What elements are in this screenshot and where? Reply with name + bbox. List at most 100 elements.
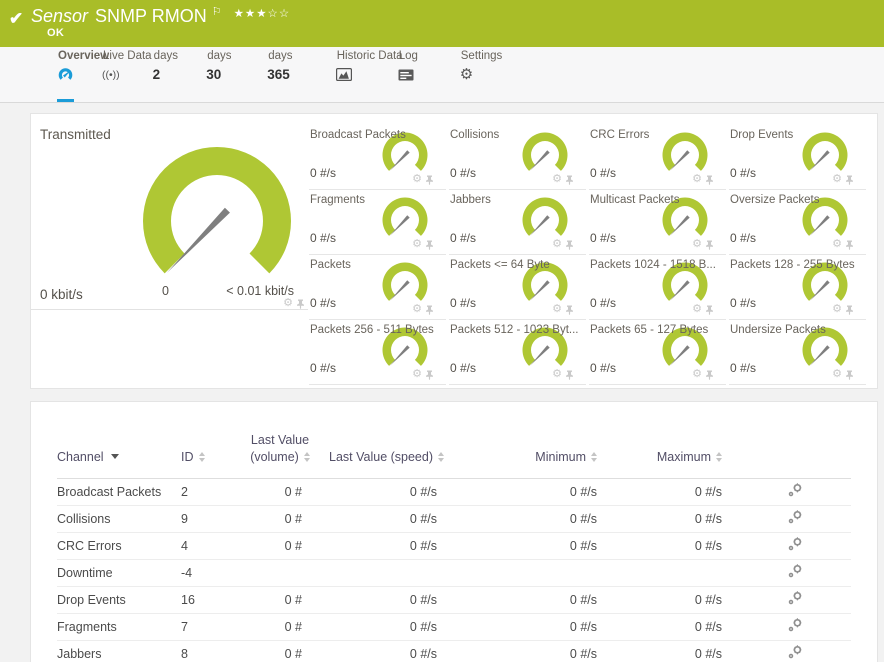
gauge-tile-drop-events: Drop Events 0 #/s ⚙ — [729, 126, 866, 190]
channel-settings-icon[interactable] — [788, 591, 803, 605]
gauge-tile-label: Packets 65 - 127 Bytes — [590, 324, 709, 336]
log-icon — [398, 69, 414, 81]
pin-icon[interactable] — [845, 305, 854, 315]
gauge-tile-label: Packets <= 64 Byte — [450, 259, 550, 271]
cell-minimum — [454, 559, 614, 587]
cell-actions — [739, 640, 851, 662]
table-row-fragments: Fragments 7 0 #0 #/s 0 #/s 0 #/s — [57, 613, 851, 641]
tab-2-days[interactable]: 2 days — [153, 47, 178, 102]
tab-overview[interactable]: Overview — [57, 47, 109, 102]
cell-actions — [739, 505, 851, 533]
channel-settings-icon[interactable] — [788, 564, 803, 578]
channel-table: Channel ID Last Value (volume) Last Value (s… — [57, 402, 851, 662]
table-row-broadcast-packets: Broadcast Packets 2 0 #0 #/s 0 #/s 0 #/s — [57, 478, 851, 506]
gauge-tile-grid: Broadcast Packets 0 #/s ⚙ Collisions 0 #/s ⚙ C… — [309, 126, 871, 386]
cell-minimum: 0 #/s — [454, 478, 614, 506]
pin-icon[interactable] — [425, 305, 434, 315]
cell-id: 16 — [181, 586, 241, 614]
sort-desc-icon — [110, 453, 119, 459]
column-label: ID — [181, 449, 194, 464]
cell-minimum: 0 #/s — [454, 640, 614, 662]
channel-settings-icon[interactable] — [788, 618, 803, 632]
tab-live-data[interactable]: ((•)) Live Data — [102, 47, 152, 102]
priority-stars[interactable]: ★★★☆☆ — [234, 8, 291, 20]
channel-settings-icon[interactable] — [788, 645, 803, 659]
table-row-jabbers: Jabbers 8 0 #0 #/s 0 #/s 0 #/s — [57, 640, 851, 662]
tab-label: days — [153, 50, 178, 62]
column-header-maximum[interactable]: Maximum — [614, 402, 739, 479]
cell-channel: Fragments — [57, 613, 181, 641]
gear-icon[interactable]: ⚙ — [283, 298, 293, 309]
column-header-last_value_speed[interactable]: Last Value (speed) — [319, 402, 454, 479]
gauge-tile-collisions: Collisions 0 #/s ⚙ — [449, 126, 586, 190]
tab-label: Overview — [58, 50, 110, 62]
star-filled-icon[interactable]: ★ — [245, 8, 256, 20]
cell-channel: Collisions — [57, 505, 181, 533]
gauge-tile-value: 0 #/s — [730, 166, 757, 180]
pin-icon[interactable] — [425, 370, 434, 380]
cell-id: 4 — [181, 532, 241, 560]
pin-icon[interactable] — [565, 305, 574, 315]
star-empty-icon[interactable]: ☆ — [279, 8, 290, 20]
tab-30-days[interactable]: 30 days — [206, 47, 231, 102]
channel-settings-icon[interactable] — [788, 510, 803, 524]
star-filled-icon[interactable]: ★ — [234, 8, 245, 20]
channel-settings-icon[interactable] — [788, 537, 803, 551]
pin-icon[interactable] — [565, 240, 574, 250]
cell-channel: Jabbers — [57, 640, 181, 662]
column-header-id[interactable]: ID — [181, 402, 241, 479]
gauge-tile-label: Multicast Packets — [590, 194, 680, 206]
gauge-tile-packets-65-127-bytes: Packets 65 - 127 Bytes 0 #/s ⚙ — [589, 321, 726, 385]
gauge-tile-value: 0 #/s — [310, 296, 337, 310]
pin-icon[interactable] — [845, 370, 854, 380]
star-empty-icon[interactable]: ☆ — [268, 8, 279, 20]
column-label: Minimum — [535, 449, 586, 464]
cell-last_value_volume: 0 # — [241, 532, 319, 560]
column-label: Last Value (speed) — [329, 449, 433, 464]
cell-actions — [739, 613, 851, 641]
gauge-tile-value: 0 #/s — [590, 296, 617, 310]
pin-icon[interactable] — [845, 175, 854, 185]
channel-table-card: Channel ID Last Value (volume) Last Value (s… — [30, 401, 878, 662]
pin-icon[interactable] — [705, 175, 714, 185]
gauge-tile-value: 0 #/s — [730, 361, 757, 375]
column-label: Last Value — [250, 433, 310, 447]
pin-icon[interactable] — [565, 370, 574, 380]
pin-icon[interactable] — [705, 305, 714, 315]
gauge-tile-value: 0 #/s — [730, 231, 757, 245]
pin-icon[interactable] — [705, 370, 714, 380]
cell-last_value_volume: 0 # — [241, 640, 319, 662]
tab-settings[interactable]: ⚙ Settings — [460, 47, 503, 102]
gauge-tile-label: Packets — [310, 259, 351, 271]
channel-settings-icon[interactable] — [788, 483, 803, 497]
gauge-tile-packets-64-byte: Packets <= 64 Byte 0 #/s ⚙ — [449, 256, 586, 320]
pin-icon[interactable] — [425, 175, 434, 185]
flag-icon[interactable]: ⚐ — [212, 6, 222, 18]
column-header-last_value_volume[interactable]: Last Value (volume) — [241, 402, 319, 479]
cell-maximum: 0 #/s — [614, 532, 739, 560]
pin-icon[interactable] — [425, 240, 434, 250]
channel-gauge — [519, 197, 571, 241]
tab-historic-data[interactable]: Historic Data — [335, 47, 403, 102]
column-header-minimum[interactable]: Minimum — [454, 402, 614, 479]
tab-log[interactable]: Log — [398, 47, 418, 102]
star-filled-icon[interactable]: ★ — [256, 8, 267, 20]
gauge-tile-value: 0 #/s — [590, 231, 617, 245]
gauge-tile-value: 0 #/s — [450, 231, 477, 245]
cell-maximum — [614, 559, 739, 587]
gauge-tile-label: Oversize Packets — [730, 194, 820, 206]
gauge-tile-label: Undersize Packets — [730, 324, 826, 336]
status-ok-check-icon: ✔ — [9, 9, 24, 28]
cell-actions — [739, 586, 851, 614]
cell-channel: CRC Errors — [57, 532, 181, 560]
channel-table-head-row: Channel ID Last Value (volume) Last Value (s… — [57, 402, 851, 479]
column-label: (volume) — [250, 449, 299, 464]
live-icon: ((•)) — [102, 68, 120, 81]
pin-icon[interactable] — [705, 240, 714, 250]
sort-icon — [303, 451, 310, 462]
column-header-channel[interactable]: Channel — [57, 402, 181, 479]
pin-icon[interactable] — [296, 299, 305, 309]
pin-icon[interactable] — [565, 175, 574, 185]
pin-icon[interactable] — [845, 240, 854, 250]
tab-365-days[interactable]: 365 days — [267, 47, 292, 102]
